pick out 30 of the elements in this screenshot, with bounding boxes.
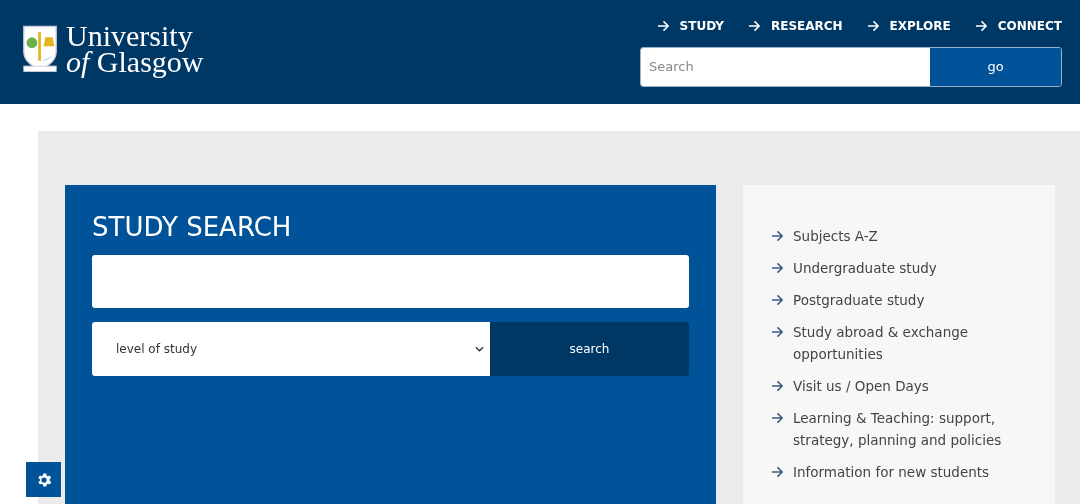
quick-link[interactable]: Postgraduate study — [793, 289, 925, 311]
select-value: level of study — [116, 341, 197, 358]
arrow-icon — [771, 412, 784, 424]
arrow-icon — [771, 294, 784, 306]
quick-link[interactable]: Subjects A-Z — [793, 225, 878, 247]
level-of-study-select[interactable]: level of study — [92, 322, 490, 376]
arrow-icon — [771, 326, 784, 338]
study-search-field[interactable] — [92, 255, 689, 308]
arrow-icon — [771, 466, 784, 478]
arrow-icon — [656, 20, 670, 32]
nav-link[interactable]: STUDY — [656, 17, 724, 35]
search-button[interactable]: search — [490, 322, 689, 376]
arrow-icon — [974, 20, 988, 32]
arrow-icon — [771, 380, 784, 392]
arrow-icon — [747, 20, 761, 32]
quick-link[interactable]: Study abroad & exchange opportunities — [793, 321, 1045, 365]
nav-link[interactable]: EXPLORE — [866, 17, 951, 35]
quick-link[interactable]: Undergraduate study — [793, 257, 937, 279]
nav-link[interactable]: RESEARCH — [747, 17, 843, 35]
quick-link[interactable]: Visit us / Open Days — [793, 375, 929, 397]
quick-link[interactable]: Learning & Teaching: support, strategy, planning and policies — [793, 407, 1045, 451]
settings-button[interactable] — [26, 462, 61, 497]
arrow-icon — [771, 262, 784, 274]
arrow-icon — [771, 230, 784, 242]
study-search-title: STUDY SEARCH — [92, 211, 293, 243]
nav-link[interactable]: CONNECT — [974, 17, 1062, 35]
crest-logo-icon — [22, 24, 58, 74]
quick-link[interactable]: Information for new students — [793, 461, 990, 483]
arrow-icon — [866, 20, 880, 32]
chevron-down-icon — [475, 346, 484, 352]
